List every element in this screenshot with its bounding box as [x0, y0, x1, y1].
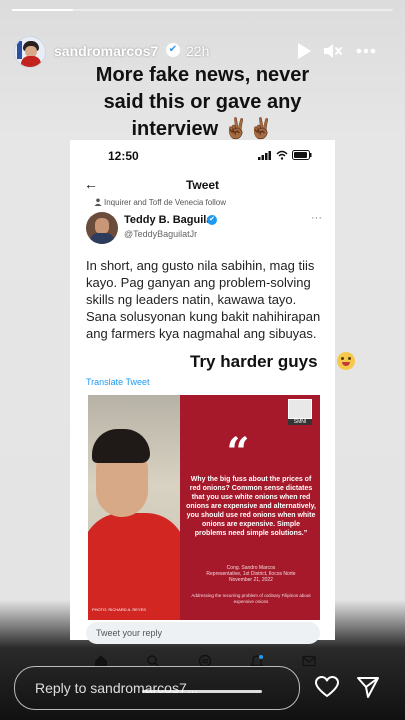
winking-tongue-emoji — [337, 352, 355, 370]
verified-icon: ✔ — [207, 215, 217, 225]
heart-icon[interactable] — [314, 674, 340, 700]
tweet-screenshot: 12:50 ← Tweet Inquirer and Toff de Venec… — [70, 140, 335, 640]
story-viewer: sandromarcos7 ✔ 22h More fake news, neve… — [0, 0, 405, 720]
phone-status-bar: 12:50 — [70, 140, 335, 170]
status-time: 12:50 — [108, 149, 139, 163]
story-reply-input[interactable]: Reply to sandromarcos7... — [14, 666, 300, 710]
tweet-author-name: Teddy B. Baguilat — [124, 214, 217, 226]
tweet-author-handle: @TeddyBaguilatJr — [124, 229, 198, 239]
quote-text: Why the big fuss about the prices of red… — [186, 476, 316, 537]
portrait-photo: PHOTO: RICHARD A. REYES — [88, 395, 186, 620]
home-indicator — [142, 690, 262, 693]
story-progress-bar — [12, 9, 393, 11]
tweet-text: In short, ang gusto nila sabihin, mag ti… — [86, 258, 321, 341]
logo-icon — [288, 399, 312, 419]
username[interactable]: sandromarcos7 — [54, 43, 158, 59]
mute-icon[interactable] — [321, 40, 343, 62]
caption-line: interview ✌🏾✌🏾 — [131, 118, 274, 140]
battery-icon — [292, 150, 312, 160]
reply-placeholder: Reply to sandromarcos7... — [35, 680, 199, 696]
quote-attribution: Cong. Sandro Marcos Representative, 1st … — [186, 565, 316, 583]
translate-link: Translate Tweet — [86, 377, 150, 387]
tweet-reply-placeholder: Tweet your reply — [96, 628, 163, 638]
messages-icon — [302, 655, 316, 667]
tweet-author-avatar — [86, 212, 118, 244]
quote-date: November 21, 2022 — [229, 577, 273, 583]
tweet-reply-box: Tweet your reply — [86, 622, 320, 644]
quote-mark: “ — [226, 429, 250, 476]
follow-note: Inquirer and Toff de Venecia follow — [104, 198, 227, 207]
more-icon: ··· — [311, 212, 322, 224]
tweet-nav: ← Tweet — [70, 174, 335, 196]
post-time: 22h — [186, 43, 210, 59]
caption-line: More fake news, never — [95, 64, 310, 86]
quote-panel: SMNI “ Why the big fuss about the prices… — [180, 395, 320, 620]
person-icon — [94, 198, 102, 206]
overlay-text: Try harder guys — [190, 352, 318, 371]
caption-line: said this or gave any — [103, 91, 302, 113]
photo-credit: PHOTO: RICHARD A. REYES — [92, 607, 146, 612]
quote-card-image: PHOTO: RICHARD A. REYES SMNI “ Why the b… — [88, 395, 320, 620]
nav-title: Tweet — [185, 178, 220, 192]
logo-text: SMNI — [288, 419, 312, 425]
more-icon[interactable] — [355, 40, 377, 62]
signal-icon — [258, 151, 271, 160]
wifi-icon — [276, 150, 288, 160]
quote-note: Addressing the recurring problem of ordi… — [191, 593, 311, 604]
story-caption: More fake news, never said this or gave … — [0, 62, 405, 143]
verified-icon: ✔ — [166, 43, 180, 57]
play-icon[interactable] — [292, 40, 314, 62]
story-progress-fill — [12, 9, 73, 11]
send-icon[interactable] — [355, 674, 381, 700]
